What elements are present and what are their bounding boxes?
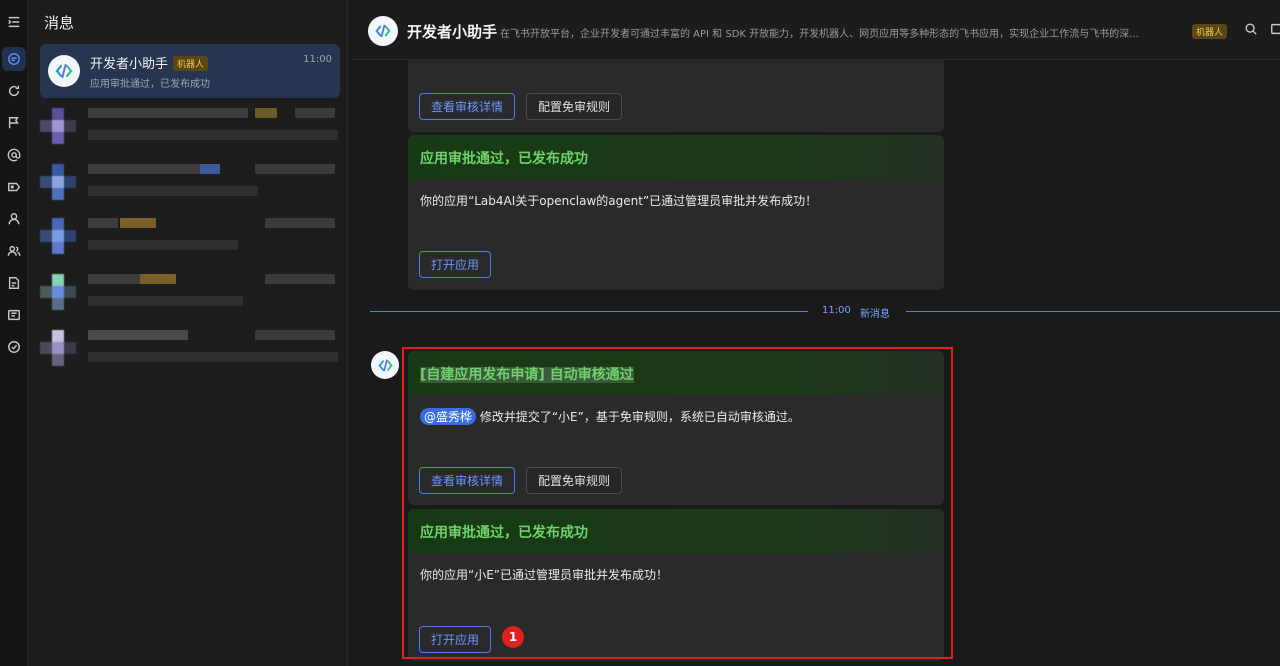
messages-icon[interactable] [2, 47, 26, 71]
card-title: [自建应用发布申请] 自动审核通过 [420, 367, 634, 383]
bot-badge: 机器人 [173, 56, 209, 71]
annotation-marker: 1 [502, 626, 524, 648]
icon-rail [0, 0, 28, 666]
blurred-chat-item[interactable] [40, 104, 340, 152]
divider-label: 新消息 [860, 309, 890, 320]
message-card-auto-approved: [自建应用发布申请] 自动审核通过 @盛秀桦 修改并提交了“小E”，基于免审规则… [408, 351, 944, 505]
blurred-chat-item[interactable] [40, 160, 340, 208]
chat-name: 开发者小助手 机器人 [90, 53, 209, 72]
card-text-body: 修改并提交了“小E”，基于免审规则，系统已自动审核通过。 [479, 410, 800, 424]
divider-time: 11:00 [822, 305, 851, 316]
card-body: 你的应用“Lab4AI关于openclaw的agent”已通过管理员审批并发布成… [408, 179, 944, 290]
blurred-chat-item[interactable] [40, 326, 340, 374]
card-text: 你的应用“Lab4AI关于openclaw的agent”已通过管理员审批并发布成… [420, 194, 818, 208]
chat-time: 11:00 [303, 54, 332, 65]
bot-avatar [48, 55, 80, 87]
blurred-chat-item[interactable] [40, 270, 340, 318]
mention-icon[interactable] [2, 143, 26, 167]
message-card-approval-success: 应用审批通过，已发布成功 你的应用“小E”已通过管理员审批并发布成功！ 打开应用 [408, 509, 944, 661]
card-text: @盛秀桦 修改并提交了“小E”，基于免审规则，系统已自动审核通过。 [420, 408, 800, 425]
code-logo-icon [375, 24, 391, 38]
search-icon[interactable] [1244, 22, 1260, 38]
flag-icon[interactable] [2, 111, 26, 135]
more-icon[interactable] [1270, 22, 1280, 38]
divider-line [906, 311, 1280, 312]
blurred-chat-item[interactable] [40, 214, 340, 262]
header-avatar[interactable] [368, 16, 398, 46]
app-center-icon[interactable] [2, 303, 26, 327]
collapse-sidebar-icon[interactable] [2, 10, 26, 34]
bot-badge: 机器人 [1192, 24, 1228, 39]
tasks-icon[interactable] [2, 335, 26, 359]
card-header: 应用审批通过，已发布成功 [408, 135, 944, 179]
open-app-button[interactable]: 打开应用 [419, 626, 492, 653]
group-icon[interactable] [2, 239, 26, 263]
view-review-details-button[interactable]: 查看审核详情 [419, 93, 516, 120]
view-review-details-button[interactable]: 查看审核详情 [419, 467, 516, 494]
docs-icon[interactable] [2, 271, 26, 295]
blurred-avatar [40, 164, 76, 200]
moments-icon[interactable] [2, 79, 26, 103]
card-title: 应用审批通过，已发布成功 [420, 151, 588, 167]
chat-title: 开发者小助手 [407, 23, 498, 41]
chat-item-developer-assistant[interactable]: 开发者小助手 机器人 11:00 应用审批通过，已发布成功 [40, 44, 340, 98]
user-mention[interactable]: @盛秀桦 [420, 408, 477, 425]
card-body: 你的应用“小E”已通过管理员审批并发布成功！ 打开应用 [408, 553, 944, 661]
card-body: @盛秀桦 修改并提交了“小E”，基于免审规则，系统已自动审核通过。 查看审核详情… [408, 395, 944, 505]
chat-description: 在飞书开放平台，企业开发者可通过丰富的 API 和 SDK 开放能力，开发机器人… [500, 29, 1139, 40]
blurred-avatar [40, 330, 76, 366]
open-app-button[interactable]: 打开应用 [419, 251, 492, 278]
message-card-partial: 查看审核详情 配置免审规则 [408, 60, 944, 132]
blurred-avatar [40, 108, 76, 144]
config-exempt-rules-button[interactable]: 配置免审规则 [526, 93, 623, 120]
card-header: 应用审批通过，已发布成功 [408, 509, 944, 553]
config-exempt-rules-button[interactable]: 配置免审规则 [526, 467, 623, 494]
tag-icon[interactable] [2, 175, 26, 199]
message-card-approval-success: 应用审批通过，已发布成功 你的应用“Lab4AI关于openclaw的agent… [408, 135, 944, 290]
new-messages-divider: 11:00 新消息 [370, 305, 1280, 320]
divider-line [370, 311, 808, 312]
chat-header: 开发者小助手 在飞书开放平台，企业开发者可通过丰富的 API 和 SDK 开放能… [352, 0, 1280, 60]
code-logo-icon [55, 64, 73, 78]
contact-icon[interactable] [2, 207, 26, 231]
chat-preview: 应用审批通过，已发布成功 [90, 79, 210, 90]
blurred-avatar [40, 218, 76, 254]
chat-name-text: 开发者小助手 [90, 57, 169, 72]
card-title: 应用审批通过，已发布成功 [420, 525, 588, 541]
card-body: 查看审核详情 配置免审规则 [408, 60, 944, 132]
chat-panel: 开发者小助手 在飞书开放平台，企业开发者可通过丰富的 API 和 SDK 开放能… [352, 0, 1280, 666]
blurred-avatar [40, 274, 76, 310]
list-title: 消息 [44, 14, 75, 32]
bot-avatar[interactable] [371, 351, 399, 379]
code-logo-icon [377, 359, 393, 371]
card-header: [自建应用发布申请] 自动审核通过 [408, 351, 944, 395]
conversation-list: 消息 开发者小助手 机器人 11:00 应用审批通过，已发布成功 [28, 0, 348, 666]
card-text: 你的应用“小E”已通过管理员审批并发布成功！ [420, 568, 669, 582]
